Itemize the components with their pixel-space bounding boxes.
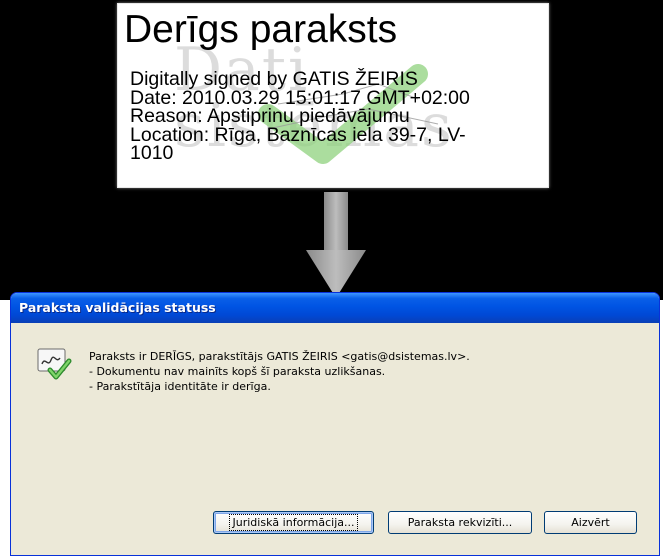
signature-line-reason: Reason: Apstiprinu piedāvājumu: [130, 105, 410, 127]
signature-details: Digitally signed by GATIS ŽEIRIS Date: 2…: [130, 70, 540, 163]
status-line-unchanged: - Dokumentu nav mainīts kopš šī paraksta…: [89, 365, 386, 378]
legal-info-label: Juridiskā informācija...: [228, 514, 359, 531]
close-label: Aizvērt: [571, 516, 610, 529]
validation-status-dialog: Paraksta validācijas statuss Paraksts ir…: [10, 292, 660, 556]
signature-details-label: Paraksta rekvizīti...: [407, 516, 513, 529]
down-arrow-icon: [306, 192, 366, 298]
dialog-body: Paraksts ir DERĪGS, parakstītājs GATIS Ž…: [14, 323, 655, 552]
close-button[interactable]: Aizvērt: [544, 511, 637, 534]
legal-info-button[interactable]: Juridiskā informācija...: [213, 511, 374, 534]
signature-details-button[interactable]: Paraksta rekvizīti...: [388, 511, 532, 534]
status-line-identity: - Parakstītāja identitāte ir derīga.: [89, 380, 271, 393]
status-line-valid: Paraksts ir DERĪGS, parakstītājs GATIS Ž…: [89, 350, 470, 363]
signature-line-location: Location: Rīga, Baznīcas iela 39-7, LV- …: [130, 123, 466, 164]
dialog-titlebar[interactable]: Paraksta validācijas statuss: [11, 293, 659, 323]
signature-title: Derīgs paraksts: [124, 8, 398, 51]
signature-appearance: Dati sistēmas Derīgs paraksts Digitally …: [117, 3, 549, 188]
signature-line-signer: Digitally signed by GATIS ŽEIRIS: [130, 68, 418, 90]
dialog-title: Paraksta validācijas statuss: [19, 300, 216, 315]
status-message: Paraksts ir DERĪGS, parakstītājs GATIS Ž…: [89, 349, 639, 394]
valid-signature-icon: [37, 348, 72, 380]
